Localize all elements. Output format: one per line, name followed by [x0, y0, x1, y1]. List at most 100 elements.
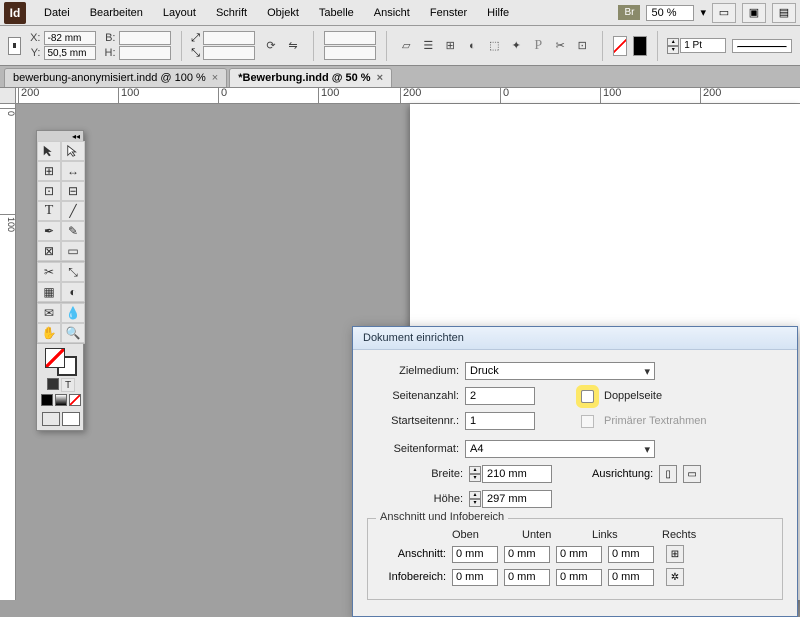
menu-layout[interactable]: Layout — [153, 3, 206, 23]
menu-tabelle[interactable]: Tabelle — [309, 3, 364, 23]
y-field[interactable] — [44, 46, 96, 60]
content-placer-tool[interactable]: ⊟ — [61, 181, 85, 201]
fill-swatch[interactable] — [633, 36, 647, 56]
normal-view-icon[interactable] — [42, 412, 60, 426]
pathfind-icon[interactable]: ✂ — [550, 36, 570, 56]
screen-mode-button[interactable]: ▣ — [742, 3, 766, 23]
infobereich-oben-field[interactable] — [452, 569, 498, 586]
rectangle-tool[interactable]: ▭ — [61, 241, 85, 261]
rectangle-frame-tool[interactable]: ⊠ — [37, 241, 61, 261]
note-tool[interactable]: ✉ — [37, 303, 61, 323]
menu-schrift[interactable]: Schrift — [206, 3, 257, 23]
spin-up-icon[interactable]: ▴ — [469, 491, 481, 499]
stroke-style-select[interactable] — [732, 39, 792, 53]
fill-stroke-swatch[interactable] — [45, 348, 77, 376]
menu-fenster[interactable]: Fenster — [420, 3, 477, 23]
view-mode-button[interactable]: ▭ — [712, 3, 736, 23]
spin-down-icon[interactable]: ▾ — [469, 474, 481, 482]
zoom-field[interactable] — [646, 5, 694, 21]
p-icon[interactable]: P — [528, 36, 548, 56]
gap-tool[interactable]: ↔ — [61, 161, 85, 181]
h-field[interactable] — [119, 46, 171, 60]
rotate-icon[interactable]: ⟳ — [261, 36, 281, 56]
anschnitt-unten-field[interactable] — [504, 546, 550, 563]
type-tool[interactable]: T — [37, 201, 61, 221]
x-field[interactable] — [44, 31, 96, 45]
eyedropper-tool[interactable]: 💧 — [61, 303, 85, 323]
menu-datei[interactable]: Datei — [34, 3, 80, 23]
bridge-badge[interactable]: Br — [618, 5, 640, 20]
anschnitt-rechts-field[interactable] — [608, 546, 654, 563]
menu-objekt[interactable]: Objekt — [257, 3, 309, 23]
pen-tool[interactable]: ✒ — [37, 221, 61, 241]
hoehe-field[interactable] — [482, 490, 552, 508]
spin-down-icon[interactable]: ▾ — [469, 499, 481, 507]
stroke-down-icon[interactable]: ▾ — [667, 46, 679, 54]
direct-selection-tool[interactable] — [61, 141, 85, 161]
orientation-portrait-button[interactable]: ▯ — [659, 465, 677, 483]
preview-view-icon[interactable] — [62, 412, 80, 426]
color-mode-icon[interactable] — [41, 394, 53, 406]
apply-color-icon[interactable] — [47, 378, 59, 390]
fill-color-icon[interactable] — [45, 348, 65, 368]
distrib-icon[interactable]: ⊞ — [440, 36, 460, 56]
gradient-mode-icon[interactable] — [55, 394, 67, 406]
link-anschnitt-button[interactable]: ⊞ — [666, 545, 684, 563]
doppelseite-checkbox[interactable] — [581, 390, 594, 403]
flip-h-icon[interactable]: ⇋ — [283, 36, 303, 56]
breite-field[interactable] — [482, 465, 552, 483]
reference-point-icon[interactable] — [8, 37, 21, 55]
stroke-up-icon[interactable]: ▴ — [667, 38, 679, 46]
infobereich-rechts-field[interactable] — [608, 569, 654, 586]
formatting-text-icon[interactable]: T — [61, 378, 75, 392]
stroke-swatch[interactable] — [613, 36, 627, 56]
link-infobereich-button[interactable]: ✲ — [666, 568, 684, 586]
anschnitt-oben-field[interactable] — [452, 546, 498, 563]
scale-x-field[interactable] — [203, 31, 255, 45]
pencil-tool[interactable]: ✎ — [61, 221, 85, 241]
rotate-field[interactable] — [324, 31, 376, 45]
flip-v-icon[interactable]: ▱ — [396, 36, 416, 56]
stroke-weight-field[interactable] — [680, 38, 726, 53]
gradient-swatch-tool[interactable]: ▦ — [37, 282, 61, 302]
scissors-tool[interactable]: ✂ — [37, 262, 61, 282]
orientation-landscape-button[interactable]: ▭ — [683, 465, 701, 483]
tools-collapse[interactable]: ◂◂ — [37, 131, 83, 141]
startseite-field[interactable] — [465, 412, 535, 430]
ruler-tick: 100 — [0, 214, 16, 232]
chevron-down-icon[interactable]: ▾ — [700, 6, 706, 19]
spin-up-icon[interactable]: ▴ — [469, 466, 481, 474]
transform-icon[interactable]: ⊡ — [572, 36, 592, 56]
zoom-tool[interactable]: 🔍 — [61, 323, 85, 343]
seitenformat-select[interactable]: A4 ▾ — [465, 440, 655, 458]
infobereich-links-field[interactable] — [556, 569, 602, 586]
shear-field[interactable] — [324, 46, 376, 60]
corner-icon[interactable]: ⬚ — [484, 36, 504, 56]
seitenanzahl-field[interactable] — [465, 387, 535, 405]
menu-bearbeiten[interactable]: Bearbeiten — [80, 3, 153, 23]
anschnitt-links-field[interactable] — [556, 546, 602, 563]
w-field[interactable] — [119, 31, 171, 45]
hand-tool[interactable]: ✋ — [37, 323, 61, 343]
align-icon[interactable]: ☰ — [418, 36, 438, 56]
scale-y-field[interactable] — [203, 46, 255, 60]
infobereich-unten-field[interactable] — [504, 569, 550, 586]
selection-tool[interactable] — [37, 141, 61, 161]
wrap-icon[interactable]: ◐ — [462, 36, 482, 56]
none-mode-icon[interactable] — [69, 394, 81, 406]
close-icon[interactable]: × — [212, 72, 218, 84]
free-transform-tool[interactable]: ⤡ — [61, 262, 85, 282]
zielmedium-select[interactable]: Druck ▾ — [465, 362, 655, 380]
tab-document-1[interactable]: bewerbung-anonymisiert.indd @ 100 %× — [4, 68, 227, 87]
menu-hilfe[interactable]: Hilfe — [477, 3, 519, 23]
tab-document-2[interactable]: *Bewerbung.indd @ 50 %× — [229, 68, 392, 87]
effects-icon[interactable]: ✦ — [506, 36, 526, 56]
arrange-button[interactable]: ▤ — [772, 3, 796, 23]
content-collector-tool[interactable]: ⊡ — [37, 181, 61, 201]
menu-ansicht[interactable]: Ansicht — [364, 3, 420, 23]
ruler-origin[interactable] — [0, 88, 16, 104]
page-tool[interactable]: ⊞ — [37, 161, 61, 181]
line-tool[interactable]: ╱ — [61, 201, 85, 221]
gradient-feather-tool[interactable]: ◐ — [61, 282, 85, 302]
close-icon[interactable]: × — [377, 72, 383, 84]
